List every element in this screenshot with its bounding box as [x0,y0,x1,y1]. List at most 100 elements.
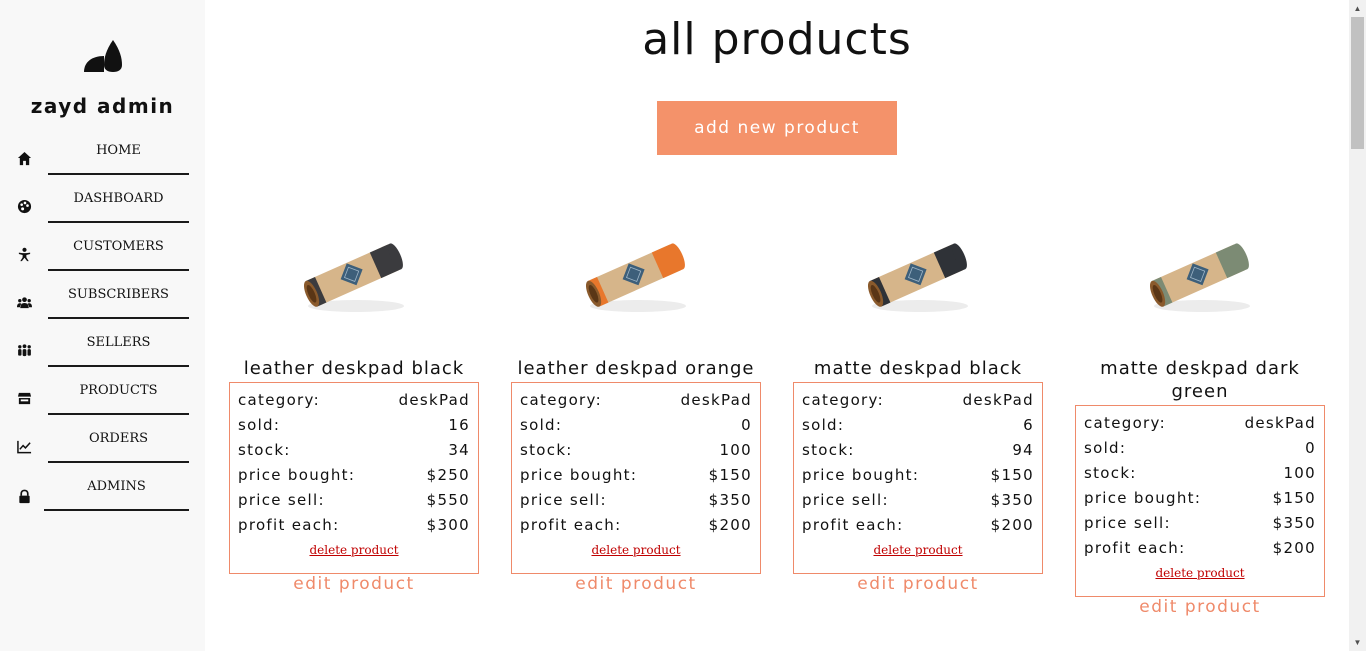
profit-each-label: profit each: [1084,539,1186,557]
category-row: category: deskPad [520,389,752,414]
stock-row: stock: 100 [1084,462,1316,487]
price-bought-label: price bought: [238,466,356,484]
category-value: deskPad [1244,414,1316,432]
price-sell-value: $550 [426,491,470,509]
sold-row: sold: 0 [1084,437,1316,462]
product-name: matte deskpad dark green [1100,358,1300,402]
chart-line-icon [14,436,34,456]
product-info-box: category: deskPad sold: 16 stock: 34 price bou… [229,382,479,574]
price-sell-row: price sell: $350 [802,489,1034,514]
sidebar-item-label: ORDERS [48,417,189,463]
sidebar-item-admins[interactable]: ADMINS [0,465,205,513]
users-icon [14,292,34,312]
price-sell-row: price sell: $550 [238,489,470,514]
profit-each-value: $200 [990,516,1034,534]
price-bought-value: $150 [990,466,1034,484]
sidebar-item-label: SELLERS [48,321,189,367]
sold-label: sold: [802,416,845,434]
profit-each-row: profit each: $200 [1084,537,1316,562]
category-value: deskPad [680,391,752,409]
person-icon [14,244,34,264]
profit-each-value: $200 [1272,539,1316,557]
store-icon [14,388,34,408]
scroll-down-arrow-icon[interactable]: ▼ [1349,634,1366,651]
price-bought-value: $250 [426,466,470,484]
category-row: category: deskPad [238,389,470,414]
stock-label: stock: [802,441,855,459]
profit-each-value: $300 [426,516,470,534]
edit-product-link[interactable]: edit product [511,574,761,594]
price-sell-value: $350 [1272,514,1316,532]
sidebar-item-home[interactable]: HOME [0,129,205,177]
vertical-scrollbar[interactable]: ▲ ▼ [1349,0,1366,651]
sidebar-item-products[interactable]: PRODUCTS [0,369,205,417]
category-label: category: [520,391,602,409]
sold-value: 6 [1023,416,1034,434]
price-sell-row: price sell: $350 [1084,512,1316,537]
price-sell-label: price sell: [520,491,607,509]
price-bought-value: $150 [1272,489,1316,507]
sidebar-item-label: CUSTOMERS [48,225,189,271]
price-bought-label: price bought: [520,466,638,484]
sold-label: sold: [520,416,563,434]
sidebar-item-label: HOME [48,129,189,175]
sold-row: sold: 0 [520,414,752,439]
scroll-up-arrow-icon[interactable]: ▲ [1349,0,1366,17]
price-sell-label: price sell: [802,491,889,509]
edit-product-link[interactable]: edit product [1075,597,1325,617]
product-name: matte deskpad black [813,358,1023,379]
sidebar-item-orders[interactable]: ORDERS [0,417,205,465]
price-sell-value: $350 [708,491,752,509]
lock-icon [14,486,34,506]
delete-product-link[interactable]: delete product [591,543,680,557]
stock-value: 34 [448,441,470,459]
scrollbar-thumb[interactable] [1351,17,1364,149]
delete-product-link[interactable]: delete product [1155,566,1244,580]
profit-each-label: profit each: [802,516,904,534]
category-row: category: deskPad [1084,412,1316,437]
price-bought-row: price bought: $150 [1084,487,1316,512]
sidebar-item-label: PRODUCTS [48,369,189,415]
stock-row: stock: 94 [802,439,1034,464]
category-label: category: [238,391,320,409]
price-bought-row: price bought: $250 [238,464,470,489]
deskpad-roll-image [585,243,686,312]
stock-label: stock: [1084,464,1137,482]
sold-label: sold: [238,416,281,434]
profit-each-row: profit each: $200 [802,514,1034,539]
sold-value: 16 [448,416,470,434]
sidebar-item-subscribers[interactable]: SUBSCRIBERS [0,273,205,321]
product-name: leather deskpad orange [517,358,755,379]
profit-each-label: profit each: [520,516,622,534]
deskpad-roll-image [1149,243,1250,312]
palette-icon [14,196,34,216]
sidebar: zayd admin HOME DASHBOARD CUSTOMERS SUBS… [0,0,205,651]
delete-product-link[interactable]: delete product [873,543,962,557]
product-name: leather deskpad black [243,358,465,379]
category-label: category: [1084,414,1166,432]
stock-row: stock: 34 [238,439,470,464]
sidebar-item-sellers[interactable]: SELLERS [0,321,205,369]
price-bought-label: price bought: [802,466,920,484]
delete-product-container: delete product [1076,566,1324,580]
delete-product-container: delete product [512,543,760,557]
edit-product-link[interactable]: edit product [793,574,1043,594]
price-sell-value: $350 [990,491,1034,509]
delete-product-link[interactable]: delete product [309,543,398,557]
brand-name: zayd admin [30,94,175,118]
home-icon [14,148,34,168]
stock-value: 94 [1012,441,1034,459]
sold-row: sold: 6 [802,414,1034,439]
price-bought-label: price bought: [1084,489,1202,507]
edit-product-link[interactable]: edit product [229,574,479,594]
profit-each-row: profit each: $200 [520,514,752,539]
profit-each-label: profit each: [238,516,340,534]
delete-product-container: delete product [230,543,478,557]
stock-value: 100 [1283,464,1316,482]
category-row: category: deskPad [802,389,1034,414]
sidebar-item-customers[interactable]: CUSTOMERS [0,225,205,273]
sidebar-item-dashboard[interactable]: DASHBOARD [0,177,205,225]
category-value: deskPad [398,391,470,409]
add-new-product-button[interactable]: add new product [657,101,897,155]
product-info-box: category: deskPad sold: 0 stock: 100 price bou… [1075,405,1325,597]
